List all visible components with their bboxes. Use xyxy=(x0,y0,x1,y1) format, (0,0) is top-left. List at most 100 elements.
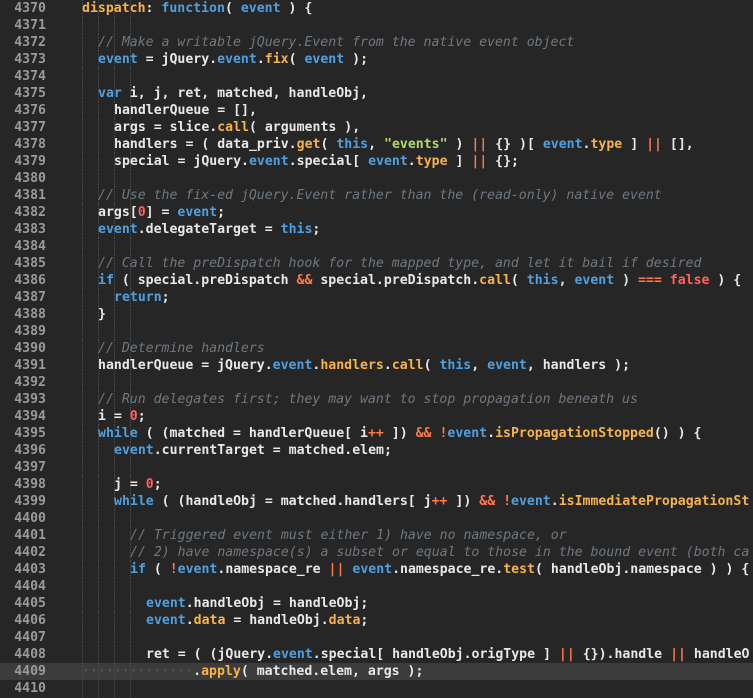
code-line[interactable]: 4403 if ( !event.namespace_re || event.na… xyxy=(0,561,753,578)
code-line[interactable]: 4391 handlerQueue = jQuery.event.handlers… xyxy=(0,357,753,374)
code-line[interactable]: 4380 xyxy=(0,170,753,187)
code-token: event xyxy=(368,154,408,169)
code-token: ( handleObj.namespace ) ) { xyxy=(535,562,750,577)
code-line[interactable]: 4398 j = 0; xyxy=(0,476,753,493)
line-number: 4386 xyxy=(14,273,46,288)
code-line[interactable]: 4400 xyxy=(0,510,753,527)
code-text: // Use the fix-ed jQuery.Event rather th… xyxy=(98,187,662,204)
code-line[interactable]: 4402 // 2) have namespace(s) a subset or … xyxy=(0,544,753,561)
code-line[interactable]: 4375 var i, j, ret, matched, handleObj, xyxy=(0,85,753,102)
code-token: dispatch xyxy=(82,1,146,16)
code-text: event.data = handleObj.data; xyxy=(146,612,368,629)
code-line[interactable]: 4383 event.delegateTarget = this; xyxy=(0,221,753,238)
code-line[interactable]: 4377 args = slice.call( arguments ), xyxy=(0,119,753,136)
code-token: return xyxy=(114,290,162,305)
line-number: 4394 xyxy=(14,409,46,424)
code-line[interactable]: 4381 // Use the fix-ed jQuery.Event rathe… xyxy=(0,187,753,204)
code-text: // Triggered event must either 1) have n… xyxy=(130,527,567,544)
code-token: event xyxy=(352,562,393,577)
code-line[interactable]: 4410 xyxy=(0,680,753,697)
code-text: if ( !event.namespace_re || event.namesp… xyxy=(130,561,749,578)
code-line[interactable]: 4395 while ( (matched = handlerQueue[ i++… xyxy=(0,425,753,442)
code-line[interactable]: 4408 ret = ( (jQuery.event.special[ handl… xyxy=(0,646,753,663)
code-text: while ( (handleObj = matched.handlers[ j… xyxy=(114,493,749,510)
code-token: // Triggered event must either 1) have n… xyxy=(130,528,567,543)
code-token: .namespace_re. xyxy=(392,562,504,577)
indent-guide xyxy=(82,527,83,544)
code-text: if ( special.preDispatch && special.preD… xyxy=(98,272,741,289)
indent-guide xyxy=(82,442,83,459)
indent-guide xyxy=(82,374,83,391)
code-line[interactable]: 4399 while ( (handleObj = matched.handler… xyxy=(0,493,753,510)
indent-guide xyxy=(98,476,99,493)
code-text: ret = ( (jQuery.event.special[ handleObj… xyxy=(146,646,749,663)
code-line[interactable]: 4407 xyxy=(0,629,753,646)
indent-guide xyxy=(98,561,99,578)
line-number: 4383 xyxy=(14,222,46,237)
indent-guide xyxy=(82,391,83,408)
indent-guide xyxy=(82,510,83,527)
line-number: 4375 xyxy=(14,86,46,101)
code-token: ( arguments ), xyxy=(248,120,361,135)
code-line[interactable]: 4370 dispatch: function( event ) { xyxy=(0,0,753,17)
code-line[interactable]: 4379 special = jQuery.event.special[ even… xyxy=(0,153,753,170)
code-token: // Call the preDispatch hook for the map… xyxy=(98,256,702,271)
code-line[interactable]: 4397 xyxy=(0,459,753,476)
indent-guide xyxy=(82,629,83,646)
indent-guide xyxy=(82,170,83,187)
indent-guide xyxy=(82,136,83,153)
indent-guide xyxy=(98,17,99,34)
code-token: var xyxy=(98,86,122,101)
code-text: event.handleObj = handleObj; xyxy=(146,595,368,612)
indent-guide xyxy=(82,272,83,289)
code-line[interactable]: 4373 event = jQuery.event.fix( event ); xyxy=(0,51,753,68)
code-line[interactable]: 4371 xyxy=(0,17,753,34)
code-line[interactable]: 4409 ··············.apply( matched.elem, … xyxy=(0,663,753,680)
code-line[interactable]: 4404 xyxy=(0,578,753,595)
code-line[interactable]: 4393 // Run delegates first; they may wan… xyxy=(0,391,753,408)
code-token: 0 xyxy=(129,409,138,424)
code-line[interactable]: 4394 i = 0; xyxy=(0,408,753,425)
code-text: event.currentTarget = matched.elem; xyxy=(114,442,392,459)
code-line[interactable]: 4390 // Determine handlers xyxy=(0,340,753,357)
code-line[interactable]: 4384 xyxy=(0,238,753,255)
code-token: , xyxy=(368,137,384,152)
code-line[interactable]: 4386 if ( special.preDispatch && special.… xyxy=(0,272,753,289)
code-line[interactable]: 4378 handlers = ( data_priv.get( this, "e… xyxy=(0,136,753,153)
code-lines[interactable]: 4370 dispatch: function( event ) {4371 437… xyxy=(0,0,753,697)
code-token: j = xyxy=(114,477,146,492)
code-token: ( xyxy=(224,1,241,16)
code-line[interactable]: 4387 return; xyxy=(0,289,753,306)
code-line[interactable]: 4372 // Make a writable jQuery.Event from… xyxy=(0,34,753,51)
indent-guide xyxy=(82,102,83,119)
code-line[interactable]: 4392 xyxy=(0,374,753,391)
line-number: 4385 xyxy=(14,256,46,271)
code-line[interactable]: 4401 // Triggered event must either 1) ha… xyxy=(0,527,753,544)
code-token: [], xyxy=(661,137,694,152)
code-token: call xyxy=(479,273,511,288)
code-line[interactable]: 4382 args[0] = event; xyxy=(0,204,753,221)
code-text: } xyxy=(98,306,106,323)
indent-guide xyxy=(98,629,99,646)
code-line[interactable]: 4396 event.currentTarget = matched.elem; xyxy=(0,442,753,459)
code-line[interactable]: 4388} xyxy=(0,306,753,323)
code-editor[interactable]: 4370 dispatch: function( event ) {4371 437… xyxy=(0,0,753,698)
indent-guide xyxy=(82,238,83,255)
line-number: 4390 xyxy=(14,341,46,356)
code-token: ; xyxy=(360,613,369,628)
code-line[interactable]: 4406 event.data = handleObj.data; xyxy=(0,612,753,629)
code-line[interactable]: 4389 xyxy=(0,323,753,340)
code-token: // Use the fix-ed jQuery.Event rather th… xyxy=(98,188,662,203)
code-line[interactable]: 4376 handlerQueue = [], xyxy=(0,102,753,119)
indent-guide xyxy=(82,85,83,102)
code-token: special.preDispatch. xyxy=(312,273,480,288)
code-line[interactable]: 4405 event.handleObj = handleObj; xyxy=(0,595,753,612)
code-token: .namespace_re xyxy=(217,562,329,577)
code-line[interactable]: 4374 xyxy=(0,68,753,85)
indent-guide xyxy=(98,119,99,136)
code-line[interactable]: 4385 // Call the preDispatch hook for the… xyxy=(0,255,753,272)
code-token: ; xyxy=(161,290,170,305)
code-token: ++ xyxy=(367,426,384,441)
indent-guide xyxy=(114,170,115,187)
